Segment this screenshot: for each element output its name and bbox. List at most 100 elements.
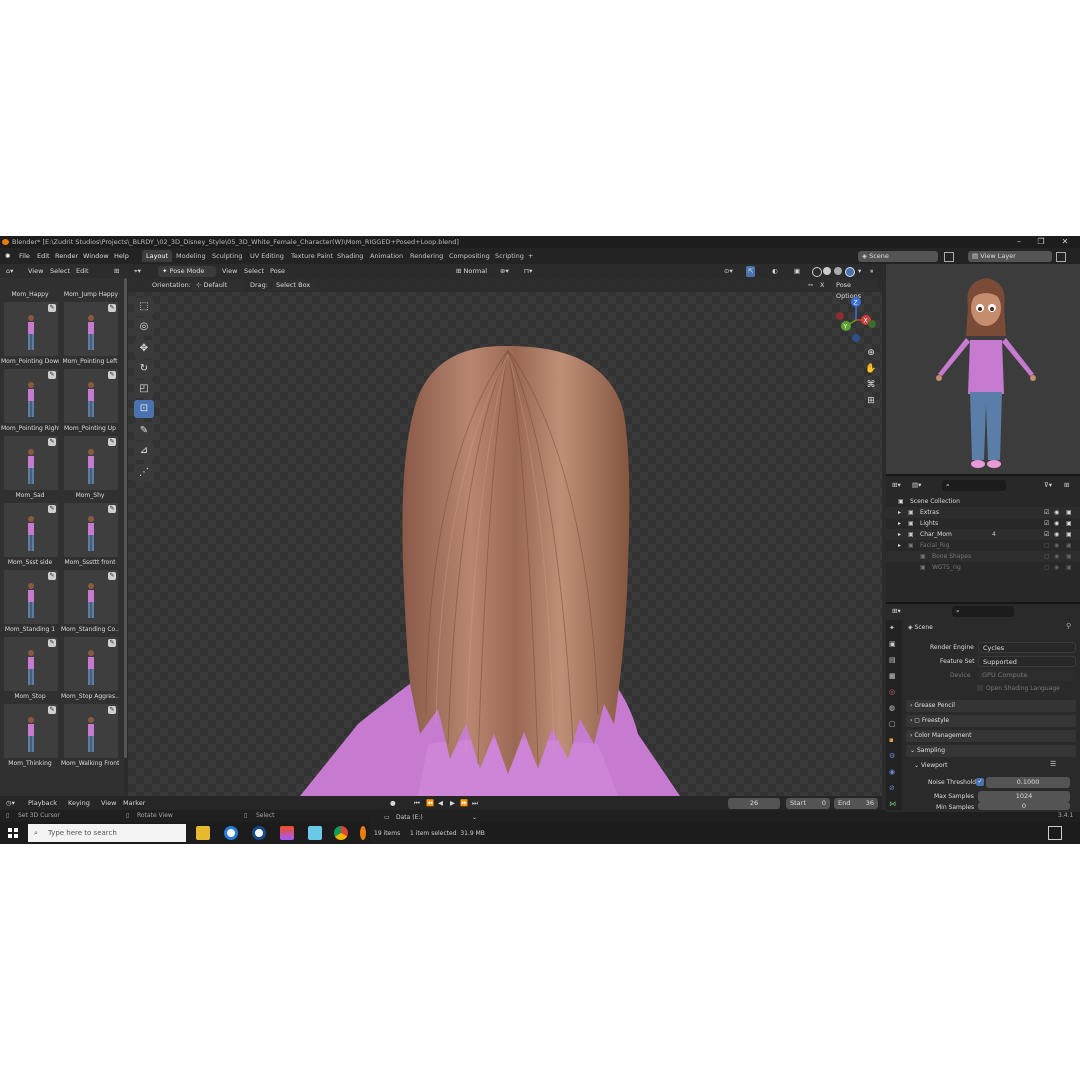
viewport-menu-pose[interactable]: Pose (270, 264, 285, 278)
asset-thumbnail[interactable]: ✎ (64, 637, 118, 691)
asset-thumbnail[interactable]: ✎ (64, 503, 118, 557)
checkbox-icon[interactable]: ▢ (1044, 540, 1050, 551)
copy-scene-icon[interactable] (944, 252, 954, 262)
constraint-tab-icon[interactable]: ⊘ (889, 784, 895, 792)
end-frame-field[interactable]: End 36 (834, 797, 878, 809)
sampling-section[interactable]: ⌄ Sampling (906, 745, 1076, 757)
view-layer-selector[interactable]: ▤ View Layer (968, 251, 1052, 262)
timeline-menu-marker[interactable]: Marker (123, 796, 145, 810)
asset-thumbnail[interactable]: ✎ (64, 704, 118, 758)
timeline-menu-keying[interactable]: Keying (68, 796, 90, 810)
figma-icon[interactable] (280, 826, 294, 840)
checkbox-icon[interactable]: ☑ (1044, 507, 1049, 518)
ortho-grid-icon[interactable]: ⊞ (864, 394, 878, 408)
asset-scrollbar[interactable] (124, 278, 127, 758)
outliner-row[interactable]: ▸ ▣ Char_Mom ☑ ◉ ▣ 4 (886, 529, 1080, 540)
edit-icon[interactable]: ✎ (48, 505, 56, 513)
outliner-search-input[interactable]: ⌕ (942, 480, 1006, 491)
render-tab-icon[interactable]: ▣ (889, 640, 896, 648)
asset-menu-edit[interactable]: Edit (76, 264, 89, 278)
edit-icon[interactable]: ✎ (108, 304, 116, 312)
edit-icon[interactable]: ✎ (48, 572, 56, 580)
world-tab-icon[interactable]: ◍ (889, 704, 895, 712)
edit-icon[interactable]: ✎ (108, 639, 116, 647)
blender-taskbar-icon[interactable] (360, 826, 366, 840)
eye-icon[interactable]: ◉ (1054, 529, 1059, 540)
3d-viewport[interactable] (128, 264, 882, 796)
shading-wireframe-icon[interactable] (812, 267, 822, 277)
tab-compositing[interactable]: Compositing (445, 250, 494, 262)
app-icon-cyan[interactable] (308, 826, 322, 840)
filter-icon[interactable]: ⊽▾ (1044, 478, 1052, 492)
drive-dropdown-icon[interactable]: ⌄ (472, 814, 477, 821)
checkbox-icon[interactable]: ▢ (1044, 562, 1050, 573)
transform-tool-icon[interactable]: ⊡ (134, 400, 154, 418)
start-frame-field[interactable]: Start 0 (786, 797, 830, 809)
prev-key-icon[interactable]: ⏪ (426, 796, 434, 810)
orientation-dropdown[interactable]: ⊹ Default (192, 279, 244, 291)
drag-dropdown[interactable]: Select Box (272, 279, 316, 291)
asset-menu-select[interactable]: Select (50, 264, 70, 278)
color-management-section[interactable]: › Color Management (906, 730, 1076, 742)
max-samples-field[interactable]: 1024 (978, 791, 1070, 802)
freestyle-section[interactable]: › ▢ Freestyle (906, 715, 1076, 727)
timeline-editor-icon[interactable]: ◷▾ (6, 796, 15, 810)
windows-start-icon[interactable] (8, 828, 18, 838)
tab-layout[interactable]: Layout (142, 250, 173, 262)
modifier-tab-icon[interactable]: ⚙ (889, 752, 895, 760)
mode-selector[interactable]: ✦ Pose Mode (158, 265, 216, 277)
asset-thumbnail[interactable]: ✎ (4, 436, 58, 490)
edit-icon[interactable]: ✎ (108, 438, 116, 446)
pause-render-icon[interactable]: ⏸ (870, 264, 873, 278)
grease-pencil-section[interactable]: › Grease Pencil (906, 700, 1076, 712)
copy-view-layer-icon[interactable] (1056, 252, 1066, 262)
visibility-icon[interactable]: ⊙▾ (724, 264, 733, 278)
menu-render[interactable]: Render (55, 248, 78, 264)
asset-thumbnail[interactable]: ✎ (4, 570, 58, 624)
shading-options-icon[interactable]: ▾ (858, 264, 861, 278)
tool-tab-icon[interactable]: ✦ (889, 624, 895, 632)
blender-menu-icon[interactable]: ✺ (5, 248, 10, 264)
asset-thumbnail[interactable]: ✎ (64, 570, 118, 624)
menu-help[interactable]: Help (114, 248, 129, 264)
new-collection-icon[interactable]: ⊞ (1064, 478, 1069, 492)
eye-icon[interactable]: ◉ (1054, 562, 1059, 573)
collection-tab-icon[interactable]: ▢ (889, 720, 896, 728)
tab-animation[interactable]: Animation (366, 250, 407, 262)
timeline-menu-playback[interactable]: Playback (28, 796, 57, 810)
transform-orientation-selector[interactable]: ⊞ Normal (452, 265, 496, 277)
chrome-icon[interactable] (334, 826, 348, 840)
navigation-gizmo[interactable]: Z Y X (834, 296, 878, 344)
pivot-icon[interactable]: ⊛▾ (500, 264, 509, 278)
outliner-display-mode-icon[interactable]: ▤▾ (912, 478, 921, 492)
outliner-row[interactable]: ▣ WGTS_rig ▢ ◉ ▣ (886, 562, 1080, 573)
shading-solid-icon[interactable] (823, 267, 831, 275)
expand-arrow-icon[interactable]: ▸ (898, 507, 901, 518)
mirror-icon[interactable]: ⇿ (808, 278, 813, 292)
osl-checkbox[interactable] (977, 685, 983, 691)
tab-rendering[interactable]: Rendering (406, 250, 447, 262)
viewport-menu-view[interactable]: View (222, 264, 237, 278)
current-frame-field[interactable]: 26 (728, 797, 780, 809)
device-dropdown[interactable]: GPU Compute (978, 670, 1076, 681)
close-icon[interactable]: ✕ (1054, 236, 1076, 248)
scene-selector[interactable]: ◈ Scene (858, 251, 938, 262)
eye-icon[interactable]: ◉ (1054, 540, 1059, 551)
pose-tool-icon[interactable]: ⋰ (134, 464, 154, 482)
pin-icon[interactable]: ⚲ (1066, 622, 1071, 630)
output-tab-icon[interactable]: ▤ (889, 656, 896, 664)
tab-uv-editing[interactable]: UV Editing (246, 250, 288, 262)
noise-threshold-checkbox[interactable]: ✓ (976, 778, 984, 786)
minimize-icon[interactable]: – (1008, 236, 1030, 248)
asset-thumbnail[interactable]: ✎ (64, 369, 118, 423)
min-samples-field[interactable]: 0 (978, 802, 1070, 810)
tab-modeling[interactable]: Modeling (172, 250, 210, 262)
viewport-menu-select[interactable]: Select (244, 264, 264, 278)
shading-rendered-icon[interactable] (845, 267, 855, 277)
viewport-subsection[interactable]: ⌄ Viewport (914, 760, 947, 771)
tab-shading[interactable]: Shading (333, 250, 367, 262)
next-key-icon[interactable]: ⏩ (460, 796, 468, 810)
edit-icon[interactable]: ✎ (48, 304, 56, 312)
edit-icon[interactable]: ✎ (48, 438, 56, 446)
asset-thumbnail[interactable]: ✎ (4, 704, 58, 758)
